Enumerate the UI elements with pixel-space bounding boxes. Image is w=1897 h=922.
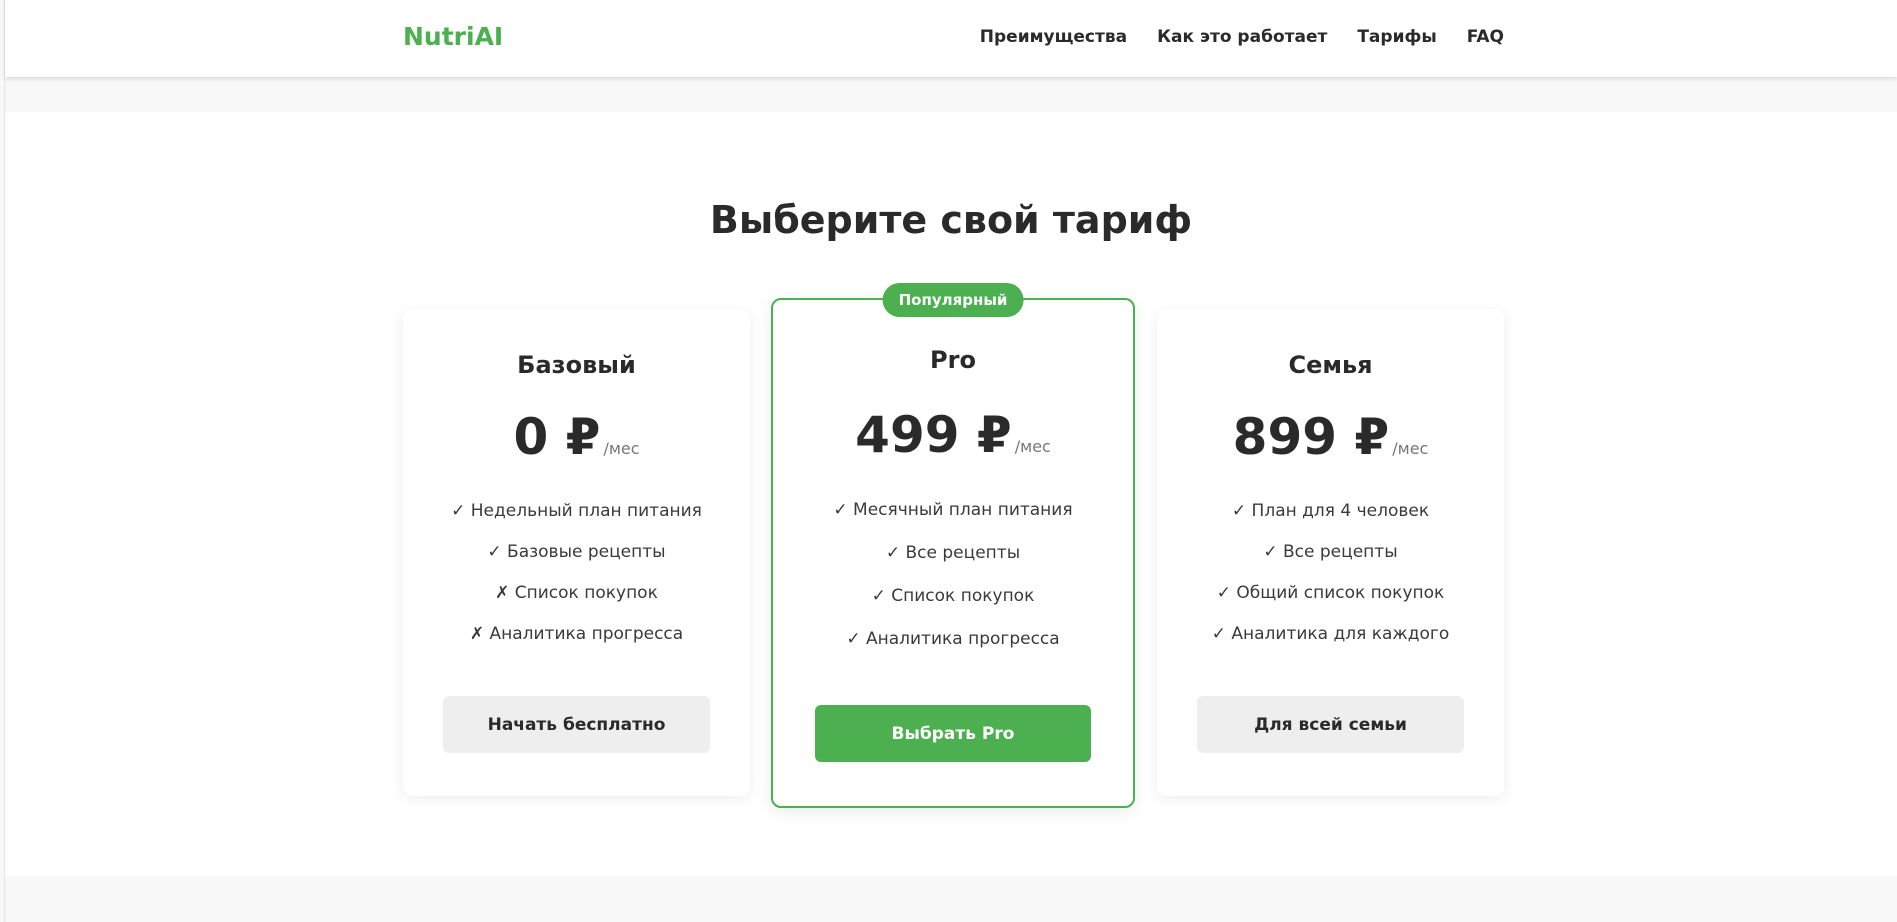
feature-item: ✓ План для 4 человек xyxy=(1231,501,1430,521)
plan-card-basic: Базовый 0 ₽ /мес ✓ Недельный план питани… xyxy=(403,309,750,796)
feature-list: ✓ Месячный план питания ✓ Все рецепты ✓ … xyxy=(773,489,1133,661)
plan-name: Базовый xyxy=(517,351,636,379)
price-period: /мес xyxy=(1014,437,1051,456)
price-amount: 499 ₽ xyxy=(855,406,1012,464)
start-free-button[interactable]: Начать бесплатно xyxy=(443,696,710,753)
nav-link-pricing[interactable]: Тарифы xyxy=(1357,25,1436,49)
site-header: NutriAI Преимущества Как это работает Та… xyxy=(5,0,1897,77)
price-amount: 0 ₽ xyxy=(513,408,601,466)
feature-list: ✓ Недельный план питания ✓ Базовые рецеп… xyxy=(403,491,750,655)
nav-link-advantages[interactable]: Преимущества xyxy=(980,25,1127,49)
choose-pro-button[interactable]: Выбрать Pro xyxy=(815,705,1091,762)
plan-name: Pro xyxy=(930,346,976,374)
feature-item: ✗ Аналитика прогресса xyxy=(469,624,684,644)
page: NutriAI Преимущества Как это работает Та… xyxy=(4,0,1897,922)
main-nav: Преимущества Как это работает Тарифы FAQ xyxy=(980,25,1504,49)
feature-item: ✓ Базовые рецепты xyxy=(487,542,666,562)
nav-link-faq[interactable]: FAQ xyxy=(1467,25,1504,49)
plan-name: Семья xyxy=(1288,351,1373,379)
price-period: /мес xyxy=(603,439,640,458)
feature-list: ✓ План для 4 человек ✓ Все рецепты ✓ Общ… xyxy=(1157,491,1504,655)
feature-item: ✓ Все рецепты xyxy=(885,543,1021,563)
price-amount: 899 ₽ xyxy=(1232,408,1390,466)
feature-item: ✓ Все рецепты xyxy=(1263,542,1398,562)
feature-item: ✓ Список покупок xyxy=(871,586,1035,606)
price-period: /мес xyxy=(1392,439,1429,458)
logo[interactable]: NutriAI xyxy=(403,22,503,52)
family-plan-button[interactable]: Для всей семьи xyxy=(1197,696,1464,753)
feature-item: ✓ Общий список покупок xyxy=(1216,583,1445,603)
section-title: Выберите свой тариф xyxy=(709,198,1193,242)
plan-card-family: Семья 899 ₽ /мес ✓ План для 4 человек ✓ … xyxy=(1157,309,1504,796)
pricing-section: Выберите свой тариф Базовый 0 ₽ /мес ✓ Н… xyxy=(5,112,1897,876)
feature-item: ✓ Недельный план питания xyxy=(451,501,702,521)
nav-link-how-it-works[interactable]: Как это работает xyxy=(1157,25,1327,49)
popular-badge: Популярный xyxy=(882,283,1024,317)
feature-item: ✗ Список покупок xyxy=(495,583,658,603)
feature-item: ✓ Аналитика для каждого xyxy=(1211,624,1450,644)
plan-price: 0 ₽ /мес xyxy=(403,407,750,467)
plan-price: 899 ₽ /мес xyxy=(1157,407,1504,467)
feature-item: ✓ Аналитика прогресса xyxy=(846,629,1060,649)
feature-item: ✓ Месячный план питания xyxy=(833,500,1073,520)
plan-card-pro: Популярный Pro 499 ₽ /мес ✓ Месячный пла… xyxy=(771,283,1135,808)
plan-price: 499 ₽ /мес xyxy=(773,405,1133,465)
